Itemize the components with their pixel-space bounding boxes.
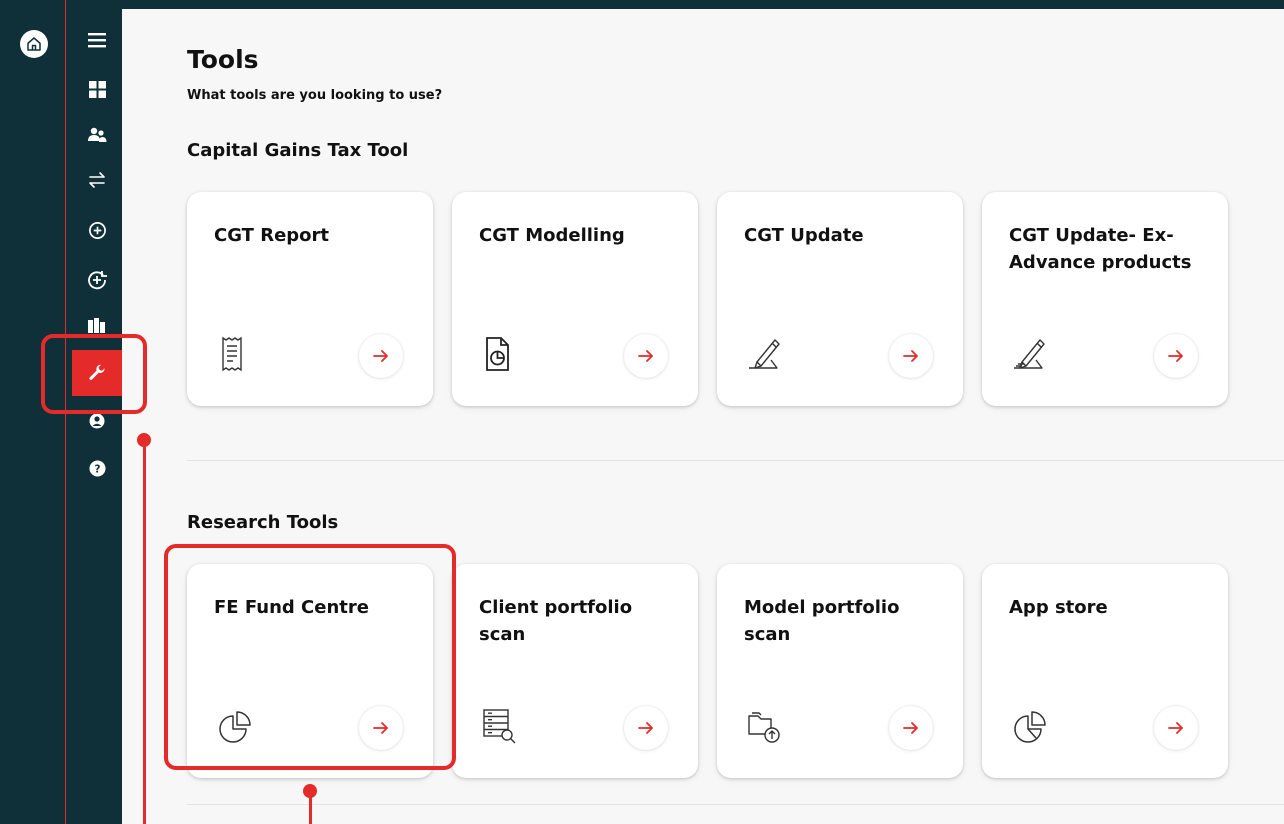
- tool-card-cgt-modelling[interactable]: CGT Modelling: [452, 192, 698, 406]
- transfer-icon: [89, 172, 105, 188]
- sidebar-item-transfer[interactable]: [72, 160, 122, 200]
- arrow-right-icon: [903, 350, 918, 362]
- dashboard-icon: [88, 80, 106, 98]
- section-title-research-tools: Research Tools: [187, 512, 339, 533]
- add-icon: [88, 221, 106, 239]
- arrow-right-icon: [373, 350, 388, 362]
- rail-guide-line: [65, 0, 66, 824]
- edit-pen-icon: [1014, 339, 1045, 369]
- clients-icon: [88, 127, 107, 142]
- pie-chart-icon: [219, 711, 251, 743]
- tool-card-model-portfolio-scan[interactable]: Model portfolio scan: [717, 564, 963, 778]
- sidebar-item-help[interactable]: ?: [72, 448, 122, 488]
- card-title: CGT Report: [214, 225, 330, 246]
- tool-card-cgt-update-ex-advance[interactable]: CGT Update- Ex-Advance products: [982, 192, 1228, 406]
- card-title: FE Fund Centre: [214, 597, 369, 618]
- card-title: CGT Update: [744, 225, 864, 246]
- open-arrow-button[interactable]: [359, 334, 403, 378]
- arrow-right-icon: [1168, 722, 1183, 734]
- open-arrow-button[interactable]: [624, 706, 668, 750]
- annotation-dot: [137, 433, 151, 447]
- tool-card-cgt-update[interactable]: CGT Update: [717, 192, 963, 406]
- arrow-right-icon: [638, 350, 653, 362]
- main-content: Tools What tools are you looking to use?…: [122, 9, 1284, 824]
- library-icon: [88, 318, 105, 333]
- menu-icon: [88, 33, 106, 48]
- document-chart-icon: [486, 337, 509, 371]
- tool-card-app-store[interactable]: App store: [982, 564, 1228, 778]
- open-arrow-button[interactable]: [624, 334, 668, 378]
- server-search-icon: [483, 709, 516, 744]
- open-arrow-button[interactable]: [1154, 706, 1198, 750]
- arrow-right-icon: [903, 722, 918, 734]
- section-divider: [187, 460, 1284, 461]
- section-divider: [187, 804, 1284, 805]
- sidebar-item-clients[interactable]: [72, 115, 122, 155]
- sidebar-item-dashboard[interactable]: [72, 69, 122, 109]
- top-bar: [0, 0, 1284, 9]
- sidebar-item-add-investment[interactable]: [72, 260, 122, 300]
- pie-chart-icon: [1014, 711, 1046, 743]
- tool-card-fe-fund-centre[interactable]: FE Fund Centre: [187, 564, 433, 778]
- tools-icon: [89, 364, 105, 380]
- open-arrow-button[interactable]: [1154, 334, 1198, 378]
- section-title-capital-gains: Capital Gains Tax Tool: [187, 140, 409, 161]
- annotation-dot: [303, 784, 317, 798]
- arrow-right-icon: [1168, 350, 1183, 362]
- sidebar-item-library[interactable]: [72, 305, 122, 345]
- page-subtitle: What tools are you looking to use?: [187, 88, 443, 103]
- receipt-icon: [222, 336, 242, 372]
- tool-card-cgt-report[interactable]: CGT Report: [187, 192, 433, 406]
- arrow-right-icon: [638, 722, 653, 734]
- card-title: Model portfolio scan: [744, 597, 900, 645]
- folder-upload-icon: [748, 712, 780, 743]
- add-investment-icon: [88, 271, 107, 290]
- edit-pen-icon: [749, 339, 780, 369]
- card-title: App store: [1009, 597, 1108, 618]
- app-rail: [0, 0, 73, 824]
- sidebar-item-add[interactable]: [72, 210, 122, 250]
- sidebar: ?: [72, 0, 122, 824]
- account-icon: [89, 413, 105, 429]
- home-button[interactable]: [20, 30, 48, 58]
- open-arrow-button[interactable]: [889, 334, 933, 378]
- open-arrow-button[interactable]: [889, 706, 933, 750]
- sidebar-item-menu[interactable]: [72, 20, 122, 60]
- home-icon: [27, 37, 41, 51]
- tool-card-client-portfolio-scan[interactable]: Client portfolio scan: [452, 564, 698, 778]
- sidebar-item-account[interactable]: [72, 403, 122, 439]
- page-title: Tools: [187, 45, 259, 74]
- annotation-line: [143, 440, 146, 824]
- card-title: CGT Update- Ex-Advance products: [1009, 225, 1192, 273]
- sidebar-item-tools[interactable]: [72, 350, 122, 396]
- svg-text:?: ?: [94, 463, 100, 475]
- card-title: CGT Modelling: [479, 225, 625, 246]
- arrow-right-icon: [373, 722, 388, 734]
- open-arrow-button[interactable]: [359, 706, 403, 750]
- card-title: Client portfolio scan: [479, 597, 633, 645]
- help-icon: ?: [88, 459, 106, 477]
